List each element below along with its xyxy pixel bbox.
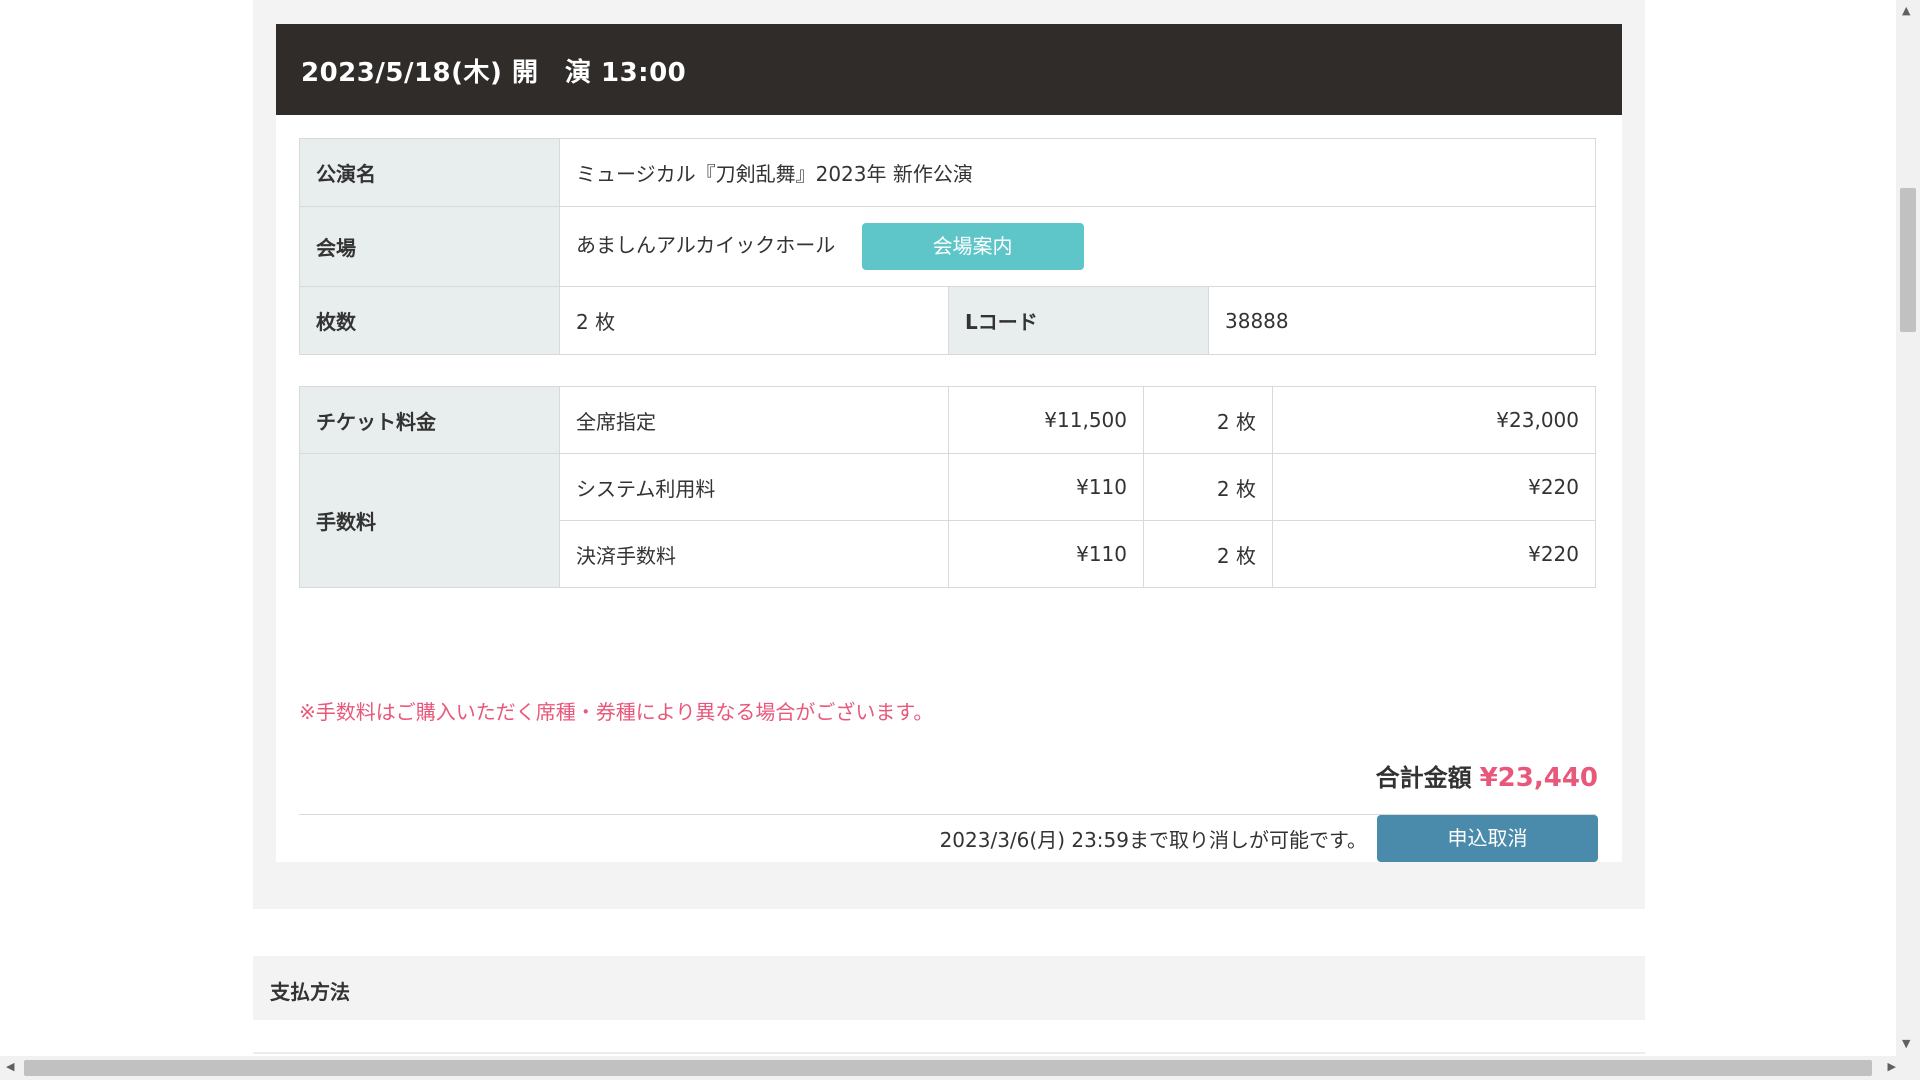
scroll-up-icon[interactable]: ▲ <box>1902 4 1910 17</box>
vertical-scroll-thumb[interactable] <box>1900 188 1916 332</box>
price-table: チケット料金 全席指定 ¥11,500 2 枚 ¥23,000 手数料 システム… <box>299 386 1596 588</box>
payment-table-top-edge <box>253 1052 1645 1054</box>
venue-cell: あましんアルカイックホール 会場案内 <box>559 206 1596 287</box>
lcode-value: 38888 <box>1208 286 1596 355</box>
price-subtotal: ¥23,000 <box>1272 386 1596 454</box>
vertical-scrollbar[interactable]: ▲ ▼ <box>1896 0 1920 1080</box>
horizontal-scroll-thumb[interactable] <box>24 1060 1872 1076</box>
total-amount-row: 合計金額 ¥23,440 <box>1376 758 1598 793</box>
fee-note: ※手数料はご購入いただく席種・券種により異なる場合がございます。 <box>299 700 934 724</box>
price-subtotal: ¥220 <box>1272 520 1596 588</box>
performance-name-label: 公演名 <box>299 138 560 207</box>
price-unit: ¥110 <box>948 453 1144 521</box>
price-item-name: システム利用料 <box>559 453 949 521</box>
horizontal-scrollbar[interactable]: ◀ ▶ <box>0 1056 1896 1080</box>
price-subtotal: ¥220 <box>1272 453 1596 521</box>
venue-label: 会場 <box>299 206 560 287</box>
total-label: 合計金額 <box>1375 764 1472 792</box>
payment-method-section: 支払方法 <box>253 956 1645 1020</box>
price-item-name: 決済手数料 <box>559 520 949 588</box>
table-row: 会場 あましんアルカイックホール 会場案内 <box>299 206 1596 287</box>
cancel-application-button[interactable]: 申込取消 <box>1377 815 1598 862</box>
order-card: 2023/5/18(木) 開 演 13:00 公演名 ミュージカル『刀剣乱舞』2… <box>276 24 1622 862</box>
price-quantity: 2 枚 <box>1143 520 1273 588</box>
table-row: 枚数 2 枚 Lコード 38888 <box>299 286 1596 355</box>
table-row: 手数料 システム利用料 ¥110 2 枚 ¥220 <box>299 453 1596 588</box>
table-row: チケット料金 全席指定 ¥11,500 2 枚 ¥23,000 <box>299 386 1596 454</box>
performance-info-table: 公演名 ミュージカル『刀剣乱舞』2023年 新作公演 会場 あましんアルカイック… <box>299 138 1596 355</box>
performance-date: 2023/5/18(木) 開 演 13:00 <box>301 58 687 88</box>
venue-value: あましんアルカイックホール <box>576 233 836 257</box>
scroll-down-icon[interactable]: ▼ <box>1902 1037 1910 1050</box>
price-unit: ¥110 <box>948 520 1144 588</box>
scroll-right-icon[interactable]: ▶ <box>1888 1060 1896 1073</box>
payment-method-heading: 支払方法 <box>270 980 350 1004</box>
venue-guide-button[interactable]: 会場案内 <box>861 223 1084 270</box>
total-amount: ¥23,440 <box>1479 763 1598 793</box>
fee-label: 手数料 <box>299 453 560 588</box>
price-quantity: 2 枚 <box>1143 453 1273 521</box>
scroll-left-icon[interactable]: ◀ <box>6 1060 14 1073</box>
ticket-count-label: 枚数 <box>299 286 560 355</box>
performance-date-header: 2023/5/18(木) 開 演 13:00 <box>276 24 1622 115</box>
price-quantity: 2 枚 <box>1143 386 1273 454</box>
table-row: 公演名 ミュージカル『刀剣乱舞』2023年 新作公演 <box>299 138 1596 207</box>
performance-name-value: ミュージカル『刀剣乱舞』2023年 新作公演 <box>559 138 1596 207</box>
ticket-count-value: 2 枚 <box>559 286 949 355</box>
price-unit: ¥11,500 <box>948 386 1144 454</box>
ticket-price-label: チケット料金 <box>299 386 560 454</box>
price-item-name: 全席指定 <box>559 386 949 454</box>
cancel-deadline-text: 2023/3/6(月) 23:59まで取り消しが可能です。 <box>939 828 1367 852</box>
lcode-label: Lコード <box>948 286 1209 355</box>
